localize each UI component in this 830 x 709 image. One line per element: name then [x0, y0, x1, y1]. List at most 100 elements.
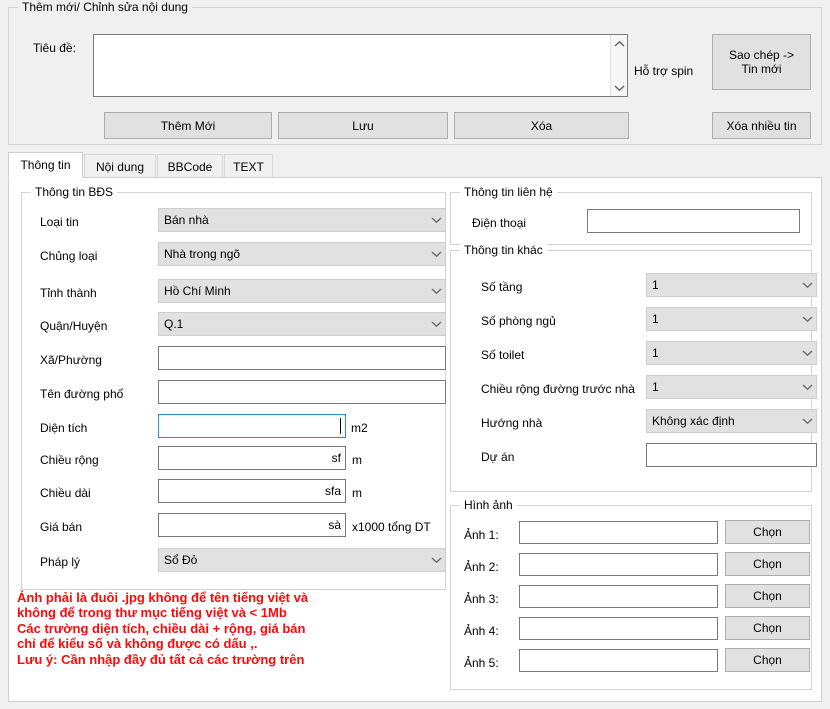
field-label-gia-ban: Giá bán — [40, 520, 83, 534]
warning-line-1: Ảnh phải là đuôi .jpg không để tên tiếng… — [17, 590, 309, 620]
field-label-phap-ly: Pháp lý — [40, 555, 81, 569]
chevron-down-icon[interactable] — [427, 287, 445, 295]
delete-button[interactable]: Xóa — [454, 112, 629, 139]
warning-messages: Ảnh phải là đuôi .jpg không để tên tiếng… — [17, 590, 437, 668]
huong-nha-value: Không xác định — [652, 414, 735, 428]
save-button[interactable]: Lưu — [278, 112, 448, 139]
choose-image-button-3[interactable]: Chọn — [725, 584, 810, 608]
loai-tin-combobox[interactable]: Bán nhà — [158, 208, 446, 232]
chevron-down-icon[interactable] — [798, 349, 816, 357]
delete-many-button[interactable]: Xóa nhiều tin — [712, 112, 811, 139]
choose-image-button-2[interactable]: Chọn — [725, 552, 810, 576]
tab-bbcode[interactable]: BBCode — [157, 154, 223, 178]
field-label-chung-loai: Chủng loại — [40, 249, 98, 263]
dien-thoai-input[interactable] — [587, 209, 800, 233]
tab-noi-dung[interactable]: Nội dung — [84, 154, 156, 178]
chieu-dai-input[interactable] — [158, 479, 346, 503]
title-textarea-scrollbar[interactable] — [610, 35, 627, 96]
dien-tich-input[interactable] — [158, 414, 346, 438]
image-row-label-2: Ảnh 2: — [464, 560, 499, 574]
tab-page-thong-tin: Thông tin BĐS Loại tin Bán nhà Chủng loạ… — [8, 177, 822, 702]
title-textarea[interactable] — [93, 34, 628, 97]
add-edit-content-group: Thêm mới/ Chỉnh sửa nội dung Tiêu đề: Hỗ… — [8, 0, 822, 145]
chevron-down-icon[interactable] — [427, 250, 445, 258]
tinh-thanh-combobox[interactable]: Hồ Chí Minh — [158, 279, 446, 303]
image-path-input-1[interactable] — [519, 521, 718, 544]
chevron-down-icon[interactable] — [427, 556, 445, 564]
chevron-down-icon[interactable] — [798, 417, 816, 425]
images-legend: Hình ảnh — [460, 498, 517, 512]
warning-line-2: Các trường diện tích, chiều dài + rộng, … — [17, 621, 306, 651]
gia-ban-input[interactable] — [158, 513, 346, 537]
property-info-legend: Thông tin BĐS — [31, 185, 118, 199]
tab-thong-tin[interactable]: Thông tin — [8, 152, 83, 178]
field-label-chieu-dai: Chiều dài — [40, 486, 91, 500]
field-label-huong-nha: Hướng nhà — [481, 416, 543, 430]
spin-support-label: Hỗ trợ spin — [634, 64, 694, 78]
field-label-chieu-rong: Chiều rộng — [40, 453, 99, 467]
field-label-dien-thoai: Điện thoại — [472, 216, 527, 230]
image-row-label-1: Ảnh 1: — [464, 528, 499, 542]
so-phong-ngu-value: 1 — [652, 312, 659, 326]
chevron-down-icon[interactable] — [427, 216, 445, 224]
contact-info-legend: Thông tin liên hệ — [460, 185, 557, 199]
field-label-so-phong-ngu: Số phòng ngủ — [481, 314, 556, 328]
field-label-so-tang: Số tầng — [481, 280, 523, 294]
chevron-down-icon[interactable] — [798, 281, 816, 289]
so-toilet-combobox[interactable]: 1 — [646, 341, 817, 365]
image-path-input-3[interactable] — [519, 585, 718, 608]
phap-ly-value: Sổ Đỏ — [164, 553, 198, 567]
chieu-rong-input[interactable] — [158, 446, 346, 470]
chevron-down-icon[interactable] — [798, 315, 816, 323]
field-label-quan-huyen: Quận/Huyện — [40, 319, 108, 333]
tinh-thanh-value: Hồ Chí Minh — [164, 284, 231, 298]
phap-ly-combobox[interactable]: Sổ Đỏ — [158, 548, 446, 572]
images-group: Hình ảnh Ảnh 1: Chọn Ảnh 2: Chọn Ảnh 3: … — [450, 498, 812, 690]
so-phong-ngu-combobox[interactable]: 1 — [646, 307, 817, 331]
choose-image-button-1[interactable]: Chọn — [725, 520, 810, 544]
chevron-down-icon[interactable] — [611, 79, 628, 96]
so-tang-combobox[interactable]: 1 — [646, 273, 817, 297]
so-toilet-value: 1 — [652, 346, 659, 360]
image-path-input-4[interactable] — [519, 617, 718, 640]
du-an-input[interactable] — [646, 443, 817, 467]
add-edit-content-legend: Thêm mới/ Chỉnh sửa nội dung — [18, 0, 192, 14]
field-label-xa-phuong: Xã/Phường — [40, 353, 102, 367]
field-label-du-an: Dự án — [481, 450, 515, 464]
choose-image-button-4[interactable]: Chọn — [725, 616, 810, 640]
image-path-input-2[interactable] — [519, 553, 718, 576]
so-tang-value: 1 — [652, 278, 659, 292]
image-row-label-5: Ảnh 5: — [464, 656, 499, 670]
warning-line-3: Lưu ý: Cần nhập đầy đủ tất cả các trường… — [17, 652, 305, 667]
text-caret — [340, 418, 341, 434]
chevron-down-icon[interactable] — [427, 320, 445, 328]
chung-loai-combobox[interactable]: Nhà trong ngõ — [158, 242, 446, 266]
property-info-group: Thông tin BĐS Loại tin Bán nhà Chủng loạ… — [21, 185, 446, 590]
chevron-down-icon[interactable] — [798, 383, 816, 391]
field-label-ten-duong-pho: Tên đường phố — [40, 387, 124, 401]
field-label-chieu-rong-duong: Chiều rộng đường trước nhà — [481, 382, 635, 396]
title-label: Tiêu đề: — [33, 41, 76, 55]
xa-phuong-input[interactable] — [158, 346, 446, 370]
field-label-so-toilet: Số toilet — [481, 348, 525, 362]
add-new-button[interactable]: Thêm Mới — [104, 112, 272, 139]
chung-loai-value: Nhà trong ngõ — [164, 247, 241, 261]
ten-duong-pho-input[interactable] — [158, 380, 446, 404]
field-label-loai-tin: Loại tin — [40, 215, 79, 229]
image-row-label-4: Ảnh 4: — [464, 624, 499, 638]
choose-image-button-5[interactable]: Chọn — [725, 648, 810, 672]
chieu-rong-duong-combobox[interactable]: 1 — [646, 375, 817, 399]
quan-huyen-combobox[interactable]: Q.1 — [158, 312, 446, 336]
copy-to-new-post-button[interactable]: Sao chép -> Tin mới — [712, 34, 811, 90]
gia-ban-unit: x1000 tổng DT — [352, 520, 431, 534]
chevron-up-icon[interactable] — [611, 35, 628, 52]
huong-nha-combobox[interactable]: Không xác định — [646, 409, 817, 433]
dien-tich-unit: m2 — [351, 421, 368, 435]
tab-text[interactable]: TEXT — [224, 154, 273, 178]
image-path-input-5[interactable] — [519, 649, 718, 672]
tab-strip: Thông tin Nội dung BBCode TEXT — [8, 152, 822, 178]
loai-tin-value: Bán nhà — [164, 213, 209, 227]
other-info-legend: Thông tin khác — [460, 243, 547, 257]
chieu-rong-duong-value: 1 — [652, 380, 659, 394]
chieu-rong-unit: m — [352, 453, 362, 467]
